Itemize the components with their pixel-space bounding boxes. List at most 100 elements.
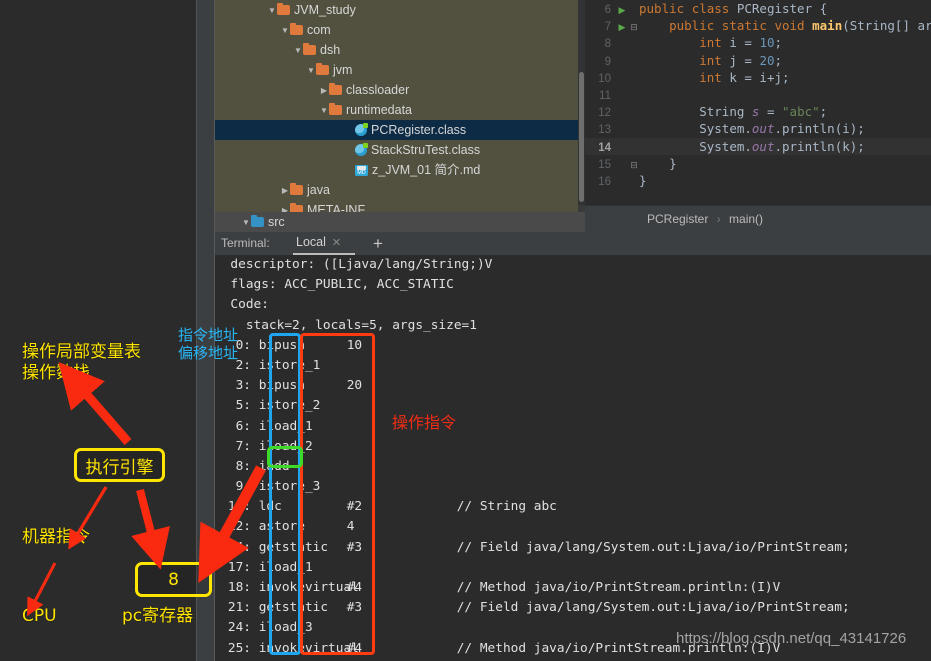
tree-row[interactable]: ▼ runtimedata [215,100,578,120]
code-token: ; [774,52,783,68]
code-editor[interactable]: 6 ▶ public class PCRegister {7 ▶ ⊟ public st… [585,0,931,205]
editor-line[interactable]: 14 System.out.println(k); [585,137,931,155]
tree-row[interactable]: ▼ dsh [215,40,578,60]
folder-icon [329,102,342,115]
tree-row[interactable]: ▼ JVM_study [215,0,578,20]
bytecode-address: 17: [227,559,251,575]
project-tree-panel[interactable]: ▼ JVM_study ▼ com ▼ dsh ▼ jvm ▶ classloader ▼ runti… [215,0,578,212]
tree-row[interactable]: ▶ PCRegister.class [215,120,578,140]
editor-code: System.out.println(i); [639,121,865,136]
editor-line[interactable]: 11 [585,86,931,103]
editor-code: } [639,156,677,171]
breadcrumb-separator-icon: › [716,212,721,226]
bytecode-address: 0: [235,337,251,353]
bytecode-address: 14: [227,539,251,555]
chevron-right-icon[interactable]: ▶ [345,161,355,181]
editor-scrollbar[interactable] [578,0,585,205]
terminal-line: Code: [215,297,269,313]
tree-row[interactable]: ▼ com [215,20,578,40]
editor-line[interactable]: 13 System.out.println(i); [585,120,931,137]
editor-line[interactable]: 9 int j = 20; [585,52,931,69]
bytecode-address: 24: [227,620,251,636]
tree-row-label: src [268,215,285,229]
folder-icon [290,202,303,212]
chevron-right-icon[interactable]: ▶ [345,141,355,161]
tree-row[interactable]: ▶ z_JVM_01 简介.md [215,160,578,180]
editor-code: String s = "abc"; [639,104,827,119]
bytecode-comment: // String abc [456,499,557,515]
bytecode-address: 7: [235,438,251,454]
code-token: k = i+j; [729,69,790,85]
breadcrumb-method[interactable]: main() [729,212,763,226]
terminal-line: descriptor: ([Ljava/lang/String;)V [215,257,493,272]
breadcrumb-class[interactable]: PCRegister [647,212,708,226]
code-token: = [759,104,783,120]
editor-line[interactable]: 12 String s = "abc"; [585,103,931,120]
breadcrumb[interactable]: PCRegister › main() [585,205,931,232]
tree-row[interactable]: ▶ META-INF [215,200,578,212]
folder-icon [290,182,303,195]
tree-row[interactable]: ▼ jvm [215,60,578,80]
highlight-box-operation-instruction [300,333,375,655]
chevron-right-icon[interactable]: ▶ [280,181,290,201]
chevron-down-icon[interactable]: ▼ [319,101,329,121]
bytecode-address: 5: [235,398,251,414]
editor-code: int i = 10; [639,35,782,50]
chevron-down-icon[interactable]: ▼ [306,61,316,81]
folder-icon [316,62,329,75]
editor-line[interactable]: 7▶⊟ public static void main(String[] arg… [585,17,931,34]
bytecode-address: 3: [235,378,251,394]
tree-row-label: classloader [346,83,410,97]
code-token: int [699,35,730,51]
editor-line[interactable]: 15 ⊟ } [585,155,931,172]
tree-row-label: dsh [320,43,341,57]
tree-row-label: META-INF [307,203,366,212]
tree-row[interactable]: ▶ StackStruTest.class [215,140,578,160]
left-tool-strip [196,0,215,661]
code-token: out [751,121,775,137]
tree-row-label: jvm [333,63,353,77]
code-token: .println(i); [774,121,865,137]
bytecode-comment: // Method java/io/PrintStream.println:(I… [456,580,781,595]
code-token: ; [819,104,828,120]
editor-scrollbar-thumb[interactable] [579,72,584,202]
bytecode-address: 6: [235,418,251,434]
chevron-right-icon[interactable]: ▶ [319,81,329,101]
chevron-down-icon[interactable]: ▼ [293,41,303,61]
terminal-tab-local[interactable]: Local ✕ [296,235,341,255]
tree-row-label: JVM_study [294,3,356,17]
code-token: (String[] args [842,18,931,34]
watermark: https://blog.csdn.net/qq_43141726 [676,630,907,647]
chevron-down-icon[interactable]: ▼ [280,21,290,41]
code-token: ; [774,35,783,51]
tree-row[interactable]: ▶ java [215,180,578,200]
editor-line[interactable]: 8 int i = 10; [585,34,931,51]
tree-row-label: PCRegister.class [371,123,467,137]
code-token: void [774,18,813,34]
editor-line[interactable]: 16} [585,172,931,189]
tree-row[interactable]: ▶ classloader [215,80,578,100]
chevron-down-icon[interactable]: ▼ [267,1,277,21]
terminal-toolbar: Terminal: Local ✕ + [215,232,931,255]
bytecode-comment: // Field java/lang/System.out:Ljava/io/P… [456,600,850,616]
chevron-down-icon[interactable]: ▼ [241,213,251,233]
folder-icon [329,82,342,95]
chevron-right-icon[interactable]: ▶ [345,121,355,141]
bytecode-comment: // Field java/lang/System.out:Ljava/io/P… [456,539,850,555]
editor-line[interactable]: 10 int k = i+j; [585,69,931,86]
tree-row-label: StackStruTest.class [371,143,481,157]
bytecode-address: 2: [235,357,251,373]
code-token: PCRegister [736,1,820,16]
bytecode-address: 25: [227,640,251,656]
code-token: { [819,1,828,16]
editor-code: } [639,173,647,188]
highlight-box-instruction-address [269,333,301,655]
close-icon[interactable]: ✕ [332,237,341,249]
editor-line[interactable]: 6 ▶ public class PCRegister { [585,0,931,17]
add-terminal-tab-button[interactable]: + [373,234,383,254]
tree-row-src[interactable]: ▼ src [215,212,604,232]
folder-icon [303,42,316,55]
code-token: int [699,52,730,68]
chevron-right-icon[interactable]: ▶ [280,201,290,212]
tree-row-label: com [307,23,331,37]
